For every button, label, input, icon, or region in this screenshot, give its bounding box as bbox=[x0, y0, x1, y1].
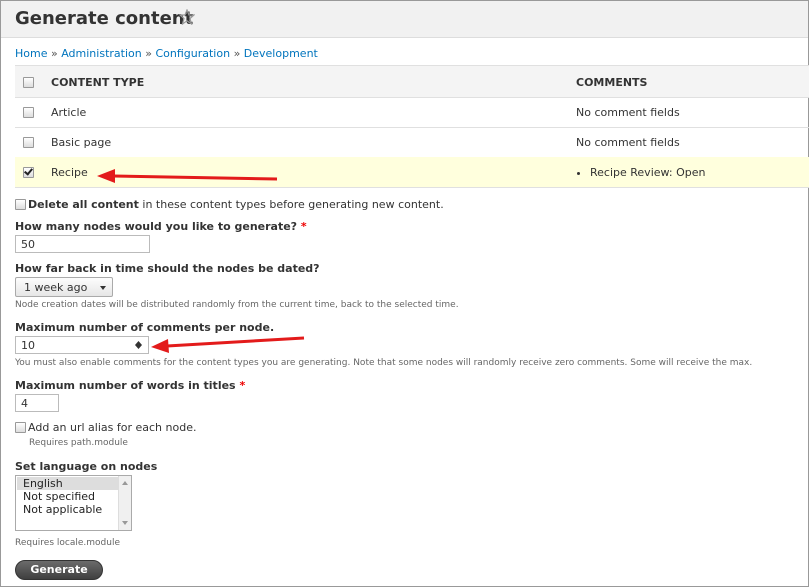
breadcrumb-development[interactable]: Development bbox=[244, 47, 318, 60]
comments-max-label: Maximum number of comments per node. bbox=[15, 321, 275, 334]
chevron-down-icon bbox=[100, 286, 106, 290]
bullet-icon bbox=[577, 172, 580, 175]
breadcrumb-administration[interactable]: Administration bbox=[61, 47, 142, 60]
delete-all-checkbox[interactable] bbox=[15, 199, 26, 210]
column-header-comments: COMMENTS bbox=[576, 76, 648, 89]
comments-value: No comment fields bbox=[576, 106, 680, 119]
dated-description: Node creation dates will be distributed … bbox=[15, 300, 459, 310]
spinner-icon[interactable] bbox=[135, 341, 142, 349]
nodes-label: How many nodes would you like to generat… bbox=[15, 220, 307, 233]
breadcrumb-separator: » bbox=[233, 47, 241, 60]
delete-all-label-bold: Delete all content bbox=[28, 198, 139, 211]
title-words-label: Maximum number of words in titles * bbox=[15, 379, 245, 392]
row-checkbox[interactable] bbox=[23, 137, 34, 148]
time-range-value: 1 week ago bbox=[24, 281, 88, 294]
scroll-up-icon[interactable] bbox=[122, 481, 128, 485]
dated-label: How far back in time should the nodes be… bbox=[15, 262, 320, 275]
language-option[interactable]: Not applicable bbox=[17, 503, 102, 516]
nodes-label-text: How many nodes would you like to generat… bbox=[15, 220, 298, 233]
scroll-down-icon[interactable] bbox=[122, 521, 128, 525]
generate-button[interactable]: Generate bbox=[15, 560, 103, 580]
url-alias-label: Add an url alias for each node. bbox=[28, 421, 197, 434]
delete-all-label-rest: in these content types before generating… bbox=[138, 198, 444, 211]
comments-max-description: You must also enable comments for the co… bbox=[15, 358, 753, 368]
language-description: Requires locale.module bbox=[15, 538, 120, 548]
table-header-row: CONTENT TYPE COMMENTS bbox=[15, 66, 809, 98]
content-type-table: CONTENT TYPE COMMENTS Article No comment… bbox=[15, 65, 809, 188]
max-comments-input[interactable]: 10 bbox=[15, 336, 149, 354]
breadcrumb: Home » Administration » Configuration » … bbox=[15, 47, 318, 60]
title-words-label-text: Maximum number of words in titles bbox=[15, 379, 236, 392]
table-row: Basic page No comment fields bbox=[15, 127, 809, 158]
title-words-input[interactable]: 4 bbox=[15, 394, 59, 412]
select-all-checkbox[interactable] bbox=[23, 77, 34, 88]
content-type-name: Basic page bbox=[51, 136, 112, 149]
url-alias-checkbox[interactable] bbox=[15, 422, 26, 433]
content-type-name: Article bbox=[51, 106, 87, 119]
time-range-select[interactable]: 1 week ago bbox=[15, 277, 113, 297]
row-checkbox[interactable] bbox=[23, 167, 34, 178]
language-label: Set language on nodes bbox=[15, 460, 158, 473]
scrollbar[interactable] bbox=[118, 476, 131, 530]
breadcrumb-separator: » bbox=[145, 47, 152, 60]
page-header: Generate content bbox=[1, 1, 808, 38]
nodes-count-input[interactable]: 50 bbox=[15, 235, 150, 253]
breadcrumb-configuration[interactable]: Configuration bbox=[155, 47, 230, 60]
column-header-content-type: CONTENT TYPE bbox=[51, 76, 145, 89]
table-row: Article No comment fields bbox=[15, 97, 809, 128]
star-icon[interactable] bbox=[179, 9, 195, 25]
content-type-name: Recipe bbox=[51, 166, 88, 179]
annotation-arrow-comments bbox=[151, 336, 305, 353]
delete-all-label: Delete all content in these content type… bbox=[28, 198, 444, 211]
comments-value: No comment fields bbox=[576, 136, 680, 149]
required-marker: * bbox=[300, 220, 307, 233]
max-comments-value: 10 bbox=[21, 339, 35, 352]
language-option[interactable]: English bbox=[17, 477, 120, 490]
page-title: Generate content bbox=[15, 8, 194, 29]
language-select[interactable]: English Not specified Not applicable bbox=[15, 475, 132, 531]
table-row: Recipe Recipe Review: Open bbox=[15, 157, 809, 188]
row-checkbox[interactable] bbox=[23, 107, 34, 118]
breadcrumb-home[interactable]: Home bbox=[15, 47, 47, 60]
url-alias-description: Requires path.module bbox=[29, 438, 128, 448]
required-marker: * bbox=[239, 379, 246, 392]
breadcrumb-separator: » bbox=[50, 47, 58, 60]
comments-value: Recipe Review: Open bbox=[590, 166, 706, 179]
language-option[interactable]: Not specified bbox=[17, 490, 95, 503]
